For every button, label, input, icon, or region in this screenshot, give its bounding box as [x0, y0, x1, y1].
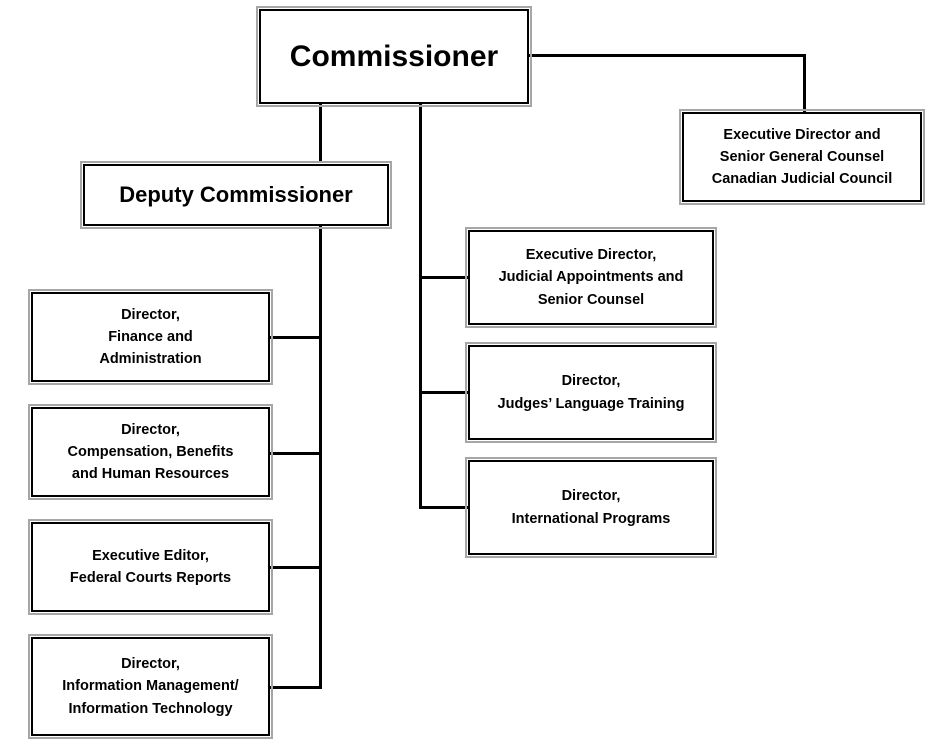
- node-commissioner[interactable]: Commissioner: [256, 6, 532, 107]
- node-director-im-it[interactable]: Director, Information Management/ Inform…: [28, 634, 273, 739]
- connector-commissioner-middle-spine: [419, 103, 422, 509]
- node-executive-director-judicial-line-1: Executive Director,: [525, 247, 657, 264]
- connector-middle-branch-3: [419, 506, 471, 509]
- node-director-international-programs-line-1: Director,: [561, 488, 621, 505]
- node-director-finance-line-3: Administration: [99, 351, 202, 368]
- connector-deputy-left-spine: [319, 226, 322, 689]
- node-director-international-programs[interactable]: Director, International Programs: [465, 457, 717, 558]
- node-executive-director-cjc-line-3: Canadian Judicial Council: [711, 171, 893, 188]
- connector-left-branch-4: [269, 686, 322, 689]
- node-director-international-programs-line-2: International Programs: [511, 510, 671, 527]
- node-executive-editor-line-1: Executive Editor,: [92, 547, 209, 564]
- node-executive-director-judicial[interactable]: Executive Director, Judicial Appointment…: [465, 227, 717, 328]
- node-deputy-commissioner-line-1: Deputy Commissioner: [119, 181, 353, 207]
- connector-left-branch-1: [269, 336, 322, 339]
- connector-commissioner-to-cjc-vertical: [803, 54, 806, 113]
- node-director-language-training-line-1: Director,: [561, 373, 621, 390]
- node-executive-director-judicial-line-3: Senior Counsel: [537, 291, 645, 308]
- node-director-im-it-line-3: Information Technology: [68, 700, 233, 717]
- connector-commissioner-to-cjc-horizontal: [529, 54, 806, 57]
- node-director-compensation[interactable]: Director, Compensation, Benefits and Hum…: [28, 404, 273, 500]
- node-deputy-commissioner[interactable]: Deputy Commissioner: [80, 161, 392, 229]
- node-director-compensation-line-1: Director,: [121, 421, 180, 438]
- connector-left-branch-3: [269, 566, 322, 569]
- node-director-language-training[interactable]: Director, Judges’ Language Training: [465, 342, 717, 443]
- node-commissioner-line-1: Commissioner: [289, 39, 499, 73]
- node-executive-director-cjc[interactable]: Executive Director and Senior General Co…: [679, 109, 925, 205]
- node-executive-editor[interactable]: Executive Editor, Federal Courts Reports: [28, 519, 273, 615]
- org-chart: Commissioner Executive Director and Seni…: [0, 0, 943, 755]
- node-director-compensation-line-3: and Human Resources: [71, 466, 230, 483]
- connector-left-branch-2: [269, 452, 322, 455]
- node-director-im-it-line-2: Information Management/: [62, 678, 239, 695]
- connector-middle-branch-1: [419, 276, 471, 279]
- node-executive-director-cjc-line-2: Senior General Counsel: [719, 148, 885, 165]
- node-director-finance-line-1: Director,: [121, 306, 180, 323]
- node-director-compensation-line-2: Compensation, Benefits: [67, 443, 234, 460]
- node-executive-editor-line-2: Federal Courts Reports: [69, 570, 232, 586]
- connector-commissioner-to-deputy: [319, 103, 322, 163]
- node-executive-director-cjc-line-1: Executive Director and: [723, 126, 881, 143]
- node-director-im-it-line-1: Director,: [121, 656, 180, 673]
- node-director-finance-line-2: Finance and: [108, 328, 193, 345]
- node-director-language-training-line-2: Judges’ Language Training: [497, 395, 685, 412]
- node-director-finance[interactable]: Director, Finance and Administration: [28, 289, 273, 385]
- node-executive-director-judicial-line-2: Judicial Appointments and: [498, 269, 684, 286]
- connector-middle-branch-2: [419, 391, 471, 394]
